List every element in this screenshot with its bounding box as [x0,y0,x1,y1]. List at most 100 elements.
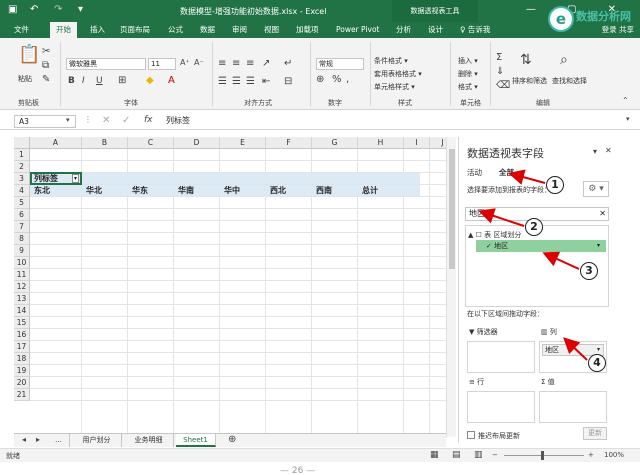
conditional-format-button[interactable]: 条件格式 ▾ [374,56,408,66]
page-layout-view-icon[interactable]: ▤ [452,450,461,460]
orientation-icon[interactable]: ↗ [262,58,270,69]
row-header-5[interactable]: 5 [14,197,30,209]
row-header-21[interactable]: 21 [14,389,30,401]
indent-icon[interactable]: ⇤ [262,76,270,87]
tab-review[interactable]: 审阅 [232,22,247,38]
worksheet-grid[interactable]: A B C D E F G H I J 1 2 3 4 5 6 7 8 9 10 11 12 13 14 15 16 17 18 19 2… [14,137,446,437]
row-header-11[interactable]: 11 [14,269,30,281]
format-painter-icon[interactable]: ✎ [42,74,50,85]
vertical-scrollbar[interactable] [446,137,456,437]
underline-icon[interactable]: U [96,76,103,86]
undo-icon[interactable]: ↶ [30,4,38,15]
row-header-12[interactable]: 12 [14,281,30,293]
column-header-h[interactable]: H [358,137,404,149]
column-header-j[interactable]: J [430,137,446,149]
add-sheet-icon[interactable]: ⊕ [228,434,236,445]
filters-zone[interactable] [467,341,535,373]
field-item-region[interactable]: ✓ 地区 ▾ [476,240,606,252]
merge-cells-icon[interactable]: ⊟ [284,76,292,87]
grow-font-icon[interactable]: A⁺ [180,58,190,67]
column-labels-cell[interactable]: 列标签 [34,173,58,185]
cell-styles-button[interactable]: 单元格样式 ▾ [374,82,415,92]
qat-dropdown-icon[interactable]: ▾ [78,4,83,15]
clear-icon[interactable]: ⌫ [496,80,510,91]
sheet-tab-business-detail[interactable]: 业务明细 [124,434,174,447]
find-select-button[interactable]: 查找和选择 [552,76,587,86]
row-header-17[interactable]: 17 [14,341,30,353]
sort-filter-icon[interactable]: ⇅ [520,52,532,68]
tab-home[interactable]: 开始 [50,22,77,38]
enter-icon[interactable]: ✓ [122,115,130,126]
autosum-icon[interactable]: Σ [496,52,502,63]
align-bottom-icon[interactable]: ≡ [246,58,254,69]
rows-zone[interactable] [467,391,535,423]
region-header-cell[interactable]: 西南 [316,185,332,197]
row-header-15[interactable]: 15 [14,317,30,329]
tab-power-pivot[interactable]: Power Pivot [336,22,379,38]
tab-file[interactable]: 文件 [14,22,29,38]
row-header-6[interactable]: 6 [14,209,30,221]
align-middle-icon[interactable]: ≡ [232,58,240,69]
format-as-table-button[interactable]: 套用表格格式 ▾ [374,69,422,79]
cancel-icon[interactable]: ✕ [102,115,110,126]
find-icon[interactable]: ⌕ [560,52,568,68]
name-box-dropdown-icon[interactable]: ▾ [66,116,70,124]
row-header-3[interactable]: 3 [14,173,30,185]
sort-filter-button[interactable]: 排序和筛选 [512,76,547,86]
clear-search-icon[interactable]: ✕ [599,208,606,220]
column-header-b[interactable]: B [82,137,128,149]
expand-formula-icon[interactable]: ▾ [626,115,630,123]
redo-icon[interactable]: ↷ [54,4,62,15]
select-all-corner[interactable] [14,137,30,149]
field-dropdown-icon[interactable]: ▾ [597,240,600,252]
percent-icon[interactable]: % [332,74,342,85]
tab-formulas[interactable]: 公式 [168,22,183,38]
column-header-a[interactable]: A [30,137,82,149]
tab-all-fields[interactable]: 全部 [499,167,514,178]
delete-cells-button[interactable]: 删除 ▾ [458,69,478,79]
row-header-4[interactable]: 4 [14,185,30,197]
region-header-cell[interactable]: 华北 [86,185,102,197]
sheet-tab-more[interactable]: ... [48,434,70,447]
tab-insert[interactable]: 插入 [90,22,105,38]
tab-active-fields[interactable]: 活动 [467,167,482,178]
font-name-select[interactable]: 微软雅黑 [66,58,146,70]
sheet-tab-sheet1[interactable]: Sheet1 [176,434,216,447]
sheet-tab-user-division[interactable]: 用户划分 [72,434,122,447]
wrap-text-icon[interactable]: ↵ [284,58,292,69]
align-right-icon[interactable]: ☰ [246,76,255,87]
shrink-font-icon[interactable]: A⁻ [194,58,204,67]
comma-icon[interactable]: , [346,74,349,85]
row-header-1[interactable]: 1 [14,149,30,161]
insert-function-icon[interactable]: fx [144,115,153,125]
pane-close-icon[interactable]: ✕ [605,146,612,155]
italic-icon[interactable]: I [82,76,85,86]
zoom-level[interactable]: 100% [604,451,624,459]
zoom-in-icon[interactable]: + [588,451,594,459]
region-header-cell[interactable]: 西北 [270,185,286,197]
defer-update-checkbox[interactable]: 推迟布局更新 [467,431,520,441]
tab-view[interactable]: 视图 [264,22,279,38]
currency-icon[interactable]: ⊕ [316,74,324,85]
values-zone[interactable] [539,391,607,423]
row-header-18[interactable]: 18 [14,353,30,365]
checkbox-icon[interactable] [467,431,475,439]
region-header-cell[interactable]: 华南 [178,185,194,197]
column-header-d[interactable]: D [174,137,220,149]
tab-design[interactable]: 设计 [428,22,443,38]
border-icon[interactable]: ⊞ [118,75,126,86]
field-layout-gear-icon[interactable]: ⚙ ▾ [583,181,609,197]
table-node[interactable]: ▲ ☐ 表 区域划分 [468,230,521,240]
row-header-13[interactable]: 13 [14,293,30,305]
align-top-icon[interactable]: ≡ [218,58,226,69]
formula-input[interactable]: 列标签 [166,115,612,128]
zoom-out-icon[interactable]: − [492,451,498,459]
fill-color-icon[interactable]: ◆ [146,75,154,86]
column-header-g[interactable]: G [312,137,358,149]
row-header-7[interactable]: 7 [14,221,30,233]
column-header-i[interactable]: I [404,137,430,149]
row-header-16[interactable]: 16 [14,329,30,341]
filter-dropdown-icon[interactable]: ▾ [72,174,80,183]
paste-button[interactable]: 粘贴 [18,74,32,84]
copy-icon[interactable]: ⧉ [42,60,49,71]
